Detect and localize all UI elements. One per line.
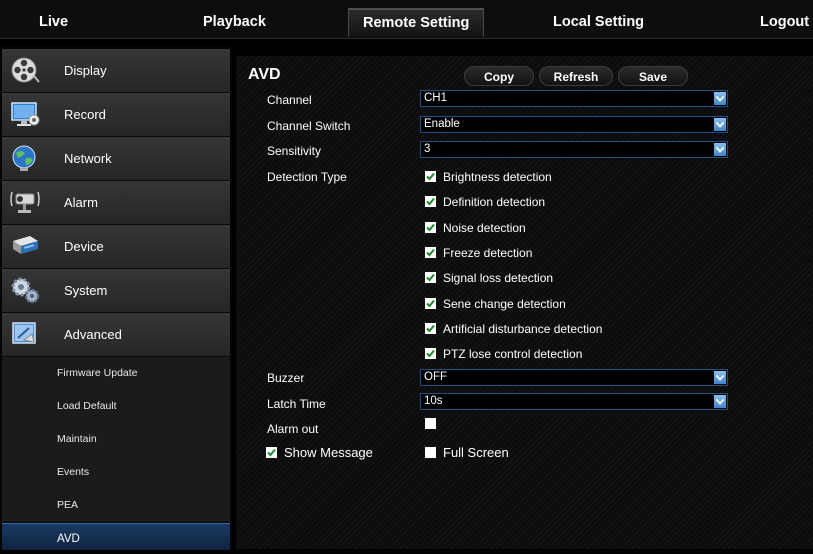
latch-time-label: Latch Time [267, 397, 326, 411]
film-reel-icon [10, 56, 40, 84]
checkbox-checked-icon[interactable] [425, 196, 436, 207]
detection-option-label: Definition detection [443, 195, 546, 209]
tab-playback[interactable]: Playback [203, 8, 266, 36]
sidebar-item-label: Device [64, 239, 104, 254]
sidebar-subitem-maintain[interactable]: Maintain [2, 423, 230, 456]
sidebar-subitem-avd[interactable]: AVD [2, 523, 230, 550]
detection-option-label: Signal loss detection [443, 271, 554, 285]
detection-option[interactable]: Sene change detection [425, 297, 665, 311]
sidebar-item-system[interactable]: System [2, 269, 230, 313]
tab-live[interactable]: Live [39, 8, 68, 36]
camera-alarm-icon [10, 188, 40, 216]
chevron-down-icon[interactable] [714, 395, 726, 408]
buzzer-value: OFF [424, 371, 447, 383]
sensitivity-select[interactable]: 3 [420, 141, 728, 158]
globe-icon [10, 144, 40, 172]
detection-option[interactable]: Artificial disturbance detection [425, 322, 665, 336]
checkbox-checked-icon[interactable] [425, 247, 436, 258]
advanced-settings-icon [10, 320, 40, 348]
sidebar-subitem-label: Events [57, 466, 90, 478]
refresh-button[interactable]: Refresh [539, 66, 613, 86]
chevron-down-icon[interactable] [714, 143, 726, 156]
tab-local-setting[interactable]: Local Setting [553, 8, 644, 36]
detection-option-label: Freeze detection [443, 246, 533, 260]
sidebar-subitem-load-default[interactable]: Load Default [2, 390, 230, 423]
sidebar-subitem-label: Maintain [57, 433, 97, 445]
sidebar-subitem-pea[interactable]: PEA [2, 489, 230, 522]
sidebar-item-display[interactable]: Display [2, 49, 230, 93]
chevron-down-icon[interactable] [714, 371, 726, 384]
detection-option[interactable]: Freeze detection [425, 246, 665, 260]
gears-icon [10, 276, 40, 304]
buzzer-select[interactable]: OFF [420, 369, 728, 386]
checkbox-unchecked-icon[interactable] [425, 447, 436, 458]
channel-switch-select[interactable]: Enable [420, 116, 728, 133]
sidebar-item-label: Network [64, 151, 112, 166]
sensitivity-label: Sensitivity [267, 144, 322, 158]
sidebar-item-label: Advanced [64, 327, 122, 342]
detection-option-label: Artificial disturbance detection [443, 322, 603, 336]
save-button[interactable]: Save [618, 66, 688, 86]
sidebar-subitem-label: AVD [57, 533, 80, 545]
page-title: AVD [248, 66, 281, 83]
sidebar-item-label: Alarm [64, 195, 98, 210]
sidebar-subitem-events[interactable]: Events [2, 456, 230, 489]
channel-switch-value: Enable [424, 118, 460, 130]
detection-option-label: Noise detection [443, 221, 526, 235]
detection-option[interactable]: Noise detection [425, 221, 665, 235]
full-screen-checkbox[interactable]: Full Screen [425, 446, 535, 460]
copy-button[interactable]: Copy [464, 66, 534, 86]
sensitivity-value: 3 [424, 143, 431, 155]
checkbox-unchecked-icon[interactable] [425, 418, 436, 429]
detection-type-label: Detection Type [267, 170, 347, 184]
sidebar-subitem-label: PEA [57, 499, 79, 511]
alarm-out-checkbox[interactable] [425, 417, 439, 431]
sidebar-subitem-label: Load Default [57, 400, 117, 412]
tab-remote-setting[interactable]: Remote Setting [348, 8, 485, 37]
top-navigation-bar: Live Playback Remote Setting Local Setti… [0, 0, 813, 39]
checkbox-checked-icon[interactable] [425, 272, 436, 283]
channel-value: CH1 [424, 92, 448, 104]
show-message-checkbox[interactable]: Show Message [266, 446, 386, 460]
sidebar-item-network[interactable]: Network [2, 137, 230, 181]
detection-option[interactable]: Definition detection [425, 195, 665, 209]
checkbox-checked-icon[interactable] [425, 171, 436, 182]
settings-panel: AVD Copy Refresh Save Channel CH1 Channe… [236, 56, 813, 549]
sidebar-subitem-label: Firmware Update [57, 367, 138, 379]
tab-logout[interactable]: Logout [760, 8, 809, 36]
show-message-label: Show Message [284, 445, 373, 460]
detection-option-label: Sene change detection [443, 297, 566, 311]
buzzer-label: Buzzer [267, 371, 305, 385]
checkbox-checked-icon[interactable] [425, 348, 436, 359]
alarm-out-label: Alarm out [267, 422, 319, 436]
sidebar: Display Record Network Alarm Device Syst… [0, 46, 232, 550]
sidebar-item-label: Display [64, 63, 107, 78]
sidebar-item-label: System [64, 283, 108, 298]
detection-option[interactable]: PTZ lose control detection [425, 347, 665, 361]
detection-option[interactable]: Brightness detection [425, 170, 665, 184]
full-screen-label: Full Screen [443, 445, 509, 460]
sidebar-item-label: Record [64, 107, 106, 122]
chevron-down-icon[interactable] [714, 92, 726, 105]
chevron-down-icon[interactable] [714, 118, 726, 131]
latch-time-value: 10s [424, 395, 443, 407]
checkbox-checked-icon[interactable] [425, 222, 436, 233]
sidebar-subitem-firmware-update[interactable]: Firmware Update [2, 357, 230, 390]
sidebar-item-record[interactable]: Record [2, 93, 230, 137]
hard-drive-icon [10, 232, 40, 260]
sidebar-item-device[interactable]: Device [2, 225, 230, 269]
latch-time-select[interactable]: 10s [420, 393, 728, 410]
channel-select[interactable]: CH1 [420, 90, 728, 107]
checkbox-checked-icon[interactable] [425, 298, 436, 309]
channel-label: Channel [267, 93, 312, 107]
detection-option-label: PTZ lose control detection [443, 347, 583, 361]
detection-option[interactable]: Signal loss detection [425, 271, 665, 285]
checkbox-checked-icon[interactable] [425, 323, 436, 334]
detection-option-label: Brightness detection [443, 170, 552, 184]
channel-switch-label: Channel Switch [267, 119, 351, 133]
sidebar-item-advanced[interactable]: Advanced [2, 313, 230, 357]
sidebar-item-alarm[interactable]: Alarm [2, 181, 230, 225]
monitor-record-icon [10, 100, 40, 128]
checkbox-checked-icon[interactable] [266, 447, 277, 458]
